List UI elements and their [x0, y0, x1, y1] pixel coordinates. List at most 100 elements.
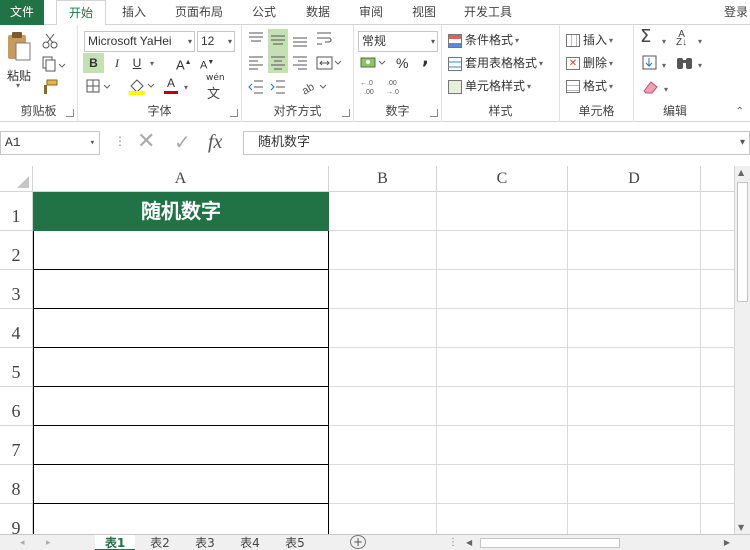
tab-split-grip-icon[interactable]: ⋮: [448, 535, 458, 550]
row-header-1[interactable]: 1: [0, 192, 33, 231]
tab-insert[interactable]: 插入: [112, 0, 156, 25]
clear-icon[interactable]: [642, 79, 660, 95]
scroll-thumb[interactable]: [737, 182, 748, 302]
italic-button[interactable]: I: [109, 53, 125, 73]
font-name-select[interactable]: Microsoft YaHei ▾: [84, 31, 195, 52]
copy-icon[interactable]: [42, 56, 66, 72]
column-header-c[interactable]: C: [437, 166, 568, 192]
vertical-scrollbar[interactable]: ▲ ▼: [734, 166, 750, 534]
merge-center-icon[interactable]: [316, 55, 342, 71]
dialog-launcher-icon[interactable]: [66, 109, 74, 117]
expand-formula-bar-icon[interactable]: ▾: [740, 132, 745, 154]
comma-button[interactable]: ,: [422, 49, 429, 69]
underline-button[interactable]: U: [129, 53, 145, 73]
tab-file[interactable]: 文件: [0, 0, 44, 25]
tab-page-layout[interactable]: 页面布局: [166, 0, 232, 25]
align-top-icon[interactable]: [248, 31, 264, 47]
decrease-decimal-icon[interactable]: .00→.0: [386, 77, 408, 95]
tab-home[interactable]: 开始: [56, 0, 106, 26]
dialog-launcher-icon[interactable]: [430, 109, 438, 117]
currency-icon[interactable]: [360, 54, 388, 72]
font-size-select[interactable]: 12 ▾: [197, 31, 235, 52]
column-header-d[interactable]: D: [568, 166, 701, 192]
decrease-indent-icon[interactable]: [248, 79, 264, 95]
borders-icon[interactable]: [86, 79, 112, 95]
delete-cells-button[interactable]: ✕ 删除 ▾: [566, 53, 613, 74]
cell-a1[interactable]: 随机数字: [33, 192, 329, 231]
next-sheet-icon[interactable]: ▸: [46, 535, 51, 550]
paste-button[interactable]: 粘贴 ▾: [4, 31, 34, 91]
align-center-icon[interactable]: [270, 55, 286, 71]
format-as-table-button[interactable]: 套用表格格式 ▾: [448, 53, 543, 74]
insert-cells-button[interactable]: 插入 ▾: [566, 30, 613, 51]
column-header-a[interactable]: A: [33, 166, 329, 192]
h-scroll-thumb[interactable]: [480, 538, 620, 548]
cancel-entry-icon[interactable]: ✕: [137, 130, 155, 154]
scroll-right-icon[interactable]: ▶: [724, 536, 730, 550]
font-color-button[interactable]: A: [164, 75, 178, 94]
tab-data[interactable]: 数据: [298, 0, 338, 25]
cut-icon[interactable]: [42, 33, 58, 49]
row-header-5[interactable]: 5: [0, 348, 33, 387]
percent-button[interactable]: %: [396, 53, 408, 73]
row-header-7[interactable]: 7: [0, 426, 33, 465]
scroll-up-icon[interactable]: ▲: [738, 168, 744, 177]
confirm-entry-icon[interactable]: ✓: [174, 130, 191, 154]
phonetic-button[interactable]: wén: [206, 73, 225, 83]
prev-sheet-icon[interactable]: ◂: [20, 535, 25, 550]
scroll-left-icon[interactable]: ◀: [466, 536, 472, 550]
format-cells-button[interactable]: 格式 ▾: [566, 76, 613, 97]
insert-function-icon[interactable]: fx: [208, 130, 222, 154]
cell-a5[interactable]: [33, 348, 329, 387]
cell-styles-button[interactable]: 单元格样式 ▾: [448, 76, 531, 97]
tab-review[interactable]: 审阅: [351, 0, 391, 25]
conditional-formatting-button[interactable]: 条件格式 ▾: [448, 30, 519, 51]
format-painter-icon[interactable]: [42, 79, 58, 95]
chevron-down-icon[interactable]: ▾: [664, 85, 668, 94]
find-icon[interactable]: [676, 55, 694, 71]
tab-formulas[interactable]: 公式: [244, 0, 284, 25]
chevron-down-icon[interactable]: ▾: [698, 37, 702, 46]
horizontal-scrollbar[interactable]: ◀ ▶: [462, 536, 734, 550]
cell-a4[interactable]: [33, 309, 329, 348]
chevron-down-icon[interactable]: ▾: [662, 37, 666, 46]
collapse-ribbon-icon[interactable]: ⌃: [736, 106, 744, 117]
increase-indent-icon[interactable]: [270, 79, 286, 95]
increase-decimal-icon[interactable]: ←.0.00: [360, 77, 382, 95]
row-header-2[interactable]: 2: [0, 231, 33, 270]
sheet-tab-2[interactable]: 表2: [140, 535, 180, 550]
select-all-corner[interactable]: [0, 166, 33, 192]
autosum-icon[interactable]: Σ: [640, 28, 651, 46]
row-header-6[interactable]: 6: [0, 387, 33, 426]
row-header-9[interactable]: 9: [0, 504, 33, 534]
chevron-down-icon[interactable]: ▾: [150, 59, 154, 68]
login-link[interactable]: 登录: [722, 0, 750, 25]
align-middle-icon[interactable]: [270, 31, 286, 47]
formula-input[interactable]: 随机数字 ▾: [243, 131, 750, 155]
orientation-icon[interactable]: ab: [300, 79, 328, 95]
dialog-launcher-icon[interactable]: [342, 109, 350, 117]
new-sheet-icon[interactable]: +: [350, 535, 366, 549]
grow-font-button[interactable]: A▲: [176, 53, 192, 75]
row-header-4[interactable]: 4: [0, 309, 33, 348]
align-left-icon[interactable]: [248, 55, 264, 71]
cell-a9[interactable]: [33, 504, 329, 534]
name-box[interactable]: A1 ▾: [0, 131, 100, 155]
align-right-icon[interactable]: [292, 55, 308, 71]
chevron-down-icon[interactable]: ▾: [184, 83, 188, 92]
cell-a8[interactable]: [33, 465, 329, 504]
sheet-tab-3[interactable]: 表3: [185, 535, 225, 550]
tab-view[interactable]: 视图: [404, 0, 444, 25]
worksheet-grid[interactable]: A B C D 1 2 3 4 5 6 7 8 9 随机数字: [0, 166, 734, 534]
dialog-launcher-icon[interactable]: [230, 109, 238, 117]
sheet-tab-5[interactable]: 表5: [275, 535, 315, 550]
row-header-8[interactable]: 8: [0, 465, 33, 504]
cell-a7[interactable]: [33, 426, 329, 465]
column-header-e[interactable]: [701, 166, 734, 192]
cell-a2[interactable]: [33, 231, 329, 270]
fill-color-icon[interactable]: [128, 77, 156, 95]
scroll-down-icon[interactable]: ▼: [738, 523, 744, 532]
cell-a3[interactable]: [33, 270, 329, 309]
align-bottom-icon[interactable]: [292, 31, 308, 47]
row-header-3[interactable]: 3: [0, 270, 33, 309]
